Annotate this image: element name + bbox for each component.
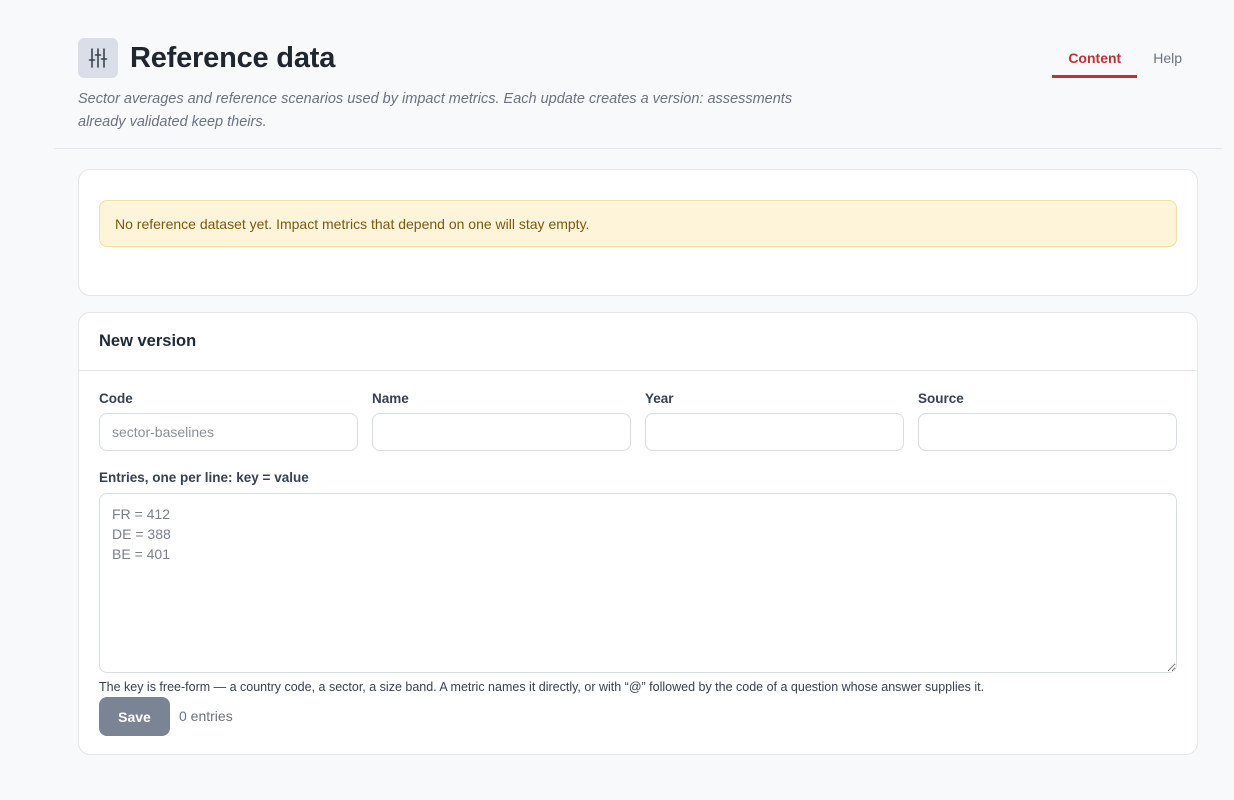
entries-textarea[interactable]: [99, 493, 1177, 673]
tab-content[interactable]: Content: [1052, 40, 1138, 78]
page-title: Reference data: [130, 41, 336, 74]
code-input[interactable]: [99, 413, 358, 451]
source-label: Source: [918, 391, 964, 406]
tab-bar: Content Help: [1052, 40, 1198, 78]
title-row: Reference data: [78, 38, 1198, 78]
entries-count: 0 entries: [179, 708, 233, 724]
save-button[interactable]: Save: [99, 697, 170, 736]
entries-label: Entries, one per line: key = value: [99, 470, 309, 485]
year-label: Year: [645, 391, 674, 406]
new-version-card: New version Code Name Year Source Entrie…: [78, 312, 1198, 755]
name-input[interactable]: [372, 413, 631, 451]
new-version-title: New version: [79, 313, 1197, 371]
header-divider: [54, 148, 1222, 149]
page-subtitle: Sector averages and reference scenarios …: [78, 91, 793, 130]
code-label: Code: [99, 391, 133, 406]
sliders-icon: [78, 38, 118, 78]
status-card: No reference dataset yet. Impact metrics…: [78, 169, 1198, 296]
source-input[interactable]: [918, 413, 1177, 451]
page-header: Reference data Sector averages and refer…: [78, 38, 1198, 134]
year-input[interactable]: [645, 413, 904, 451]
empty-dataset-alert: No reference dataset yet. Impact metrics…: [99, 200, 1177, 247]
name-label: Name: [372, 391, 409, 406]
tab-help[interactable]: Help: [1137, 40, 1198, 78]
entries-hint: The key is free-form — a country code, a…: [99, 680, 985, 694]
